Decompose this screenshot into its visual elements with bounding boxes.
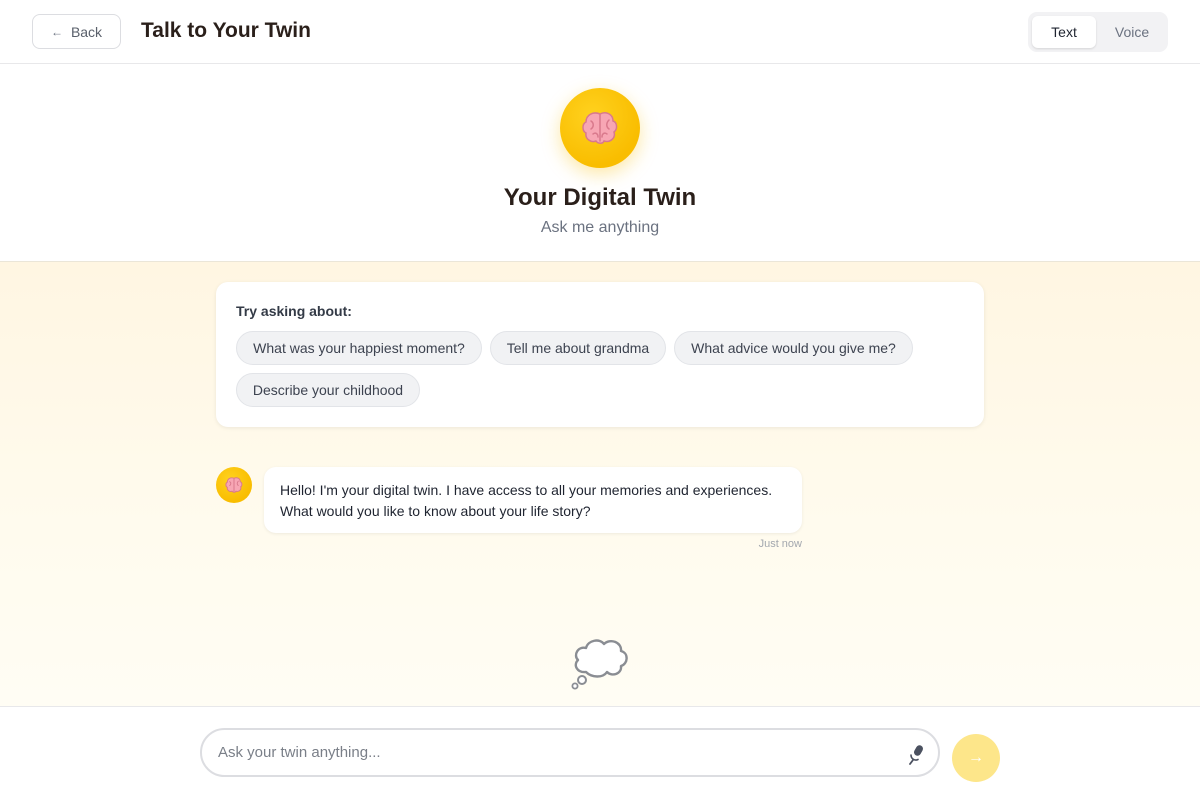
back-button-label: Back (70, 23, 103, 40)
suggestions-title: Try asking about: (236, 303, 352, 319)
suggestions-card: Try asking about: What was your happiest… (216, 282, 984, 427)
mode-text-tab[interactable]: Text (1032, 16, 1096, 48)
twin-hero: Your Digital Twin Ask me anything (0, 64, 1200, 262)
chat-area[interactable]: Try asking about: What was your happiest… (0, 262, 1200, 706)
page-title: Talk to Your Twin (141, 19, 311, 42)
message-timestamp: Just now (758, 538, 802, 550)
suggestion-chip[interactable]: Tell me about grandma (490, 331, 666, 365)
message-composer: → (0, 706, 1200, 800)
twin-title: Your Digital Twin (503, 184, 697, 211)
microphone-icon[interactable] (905, 743, 927, 765)
twin-avatar (560, 88, 640, 168)
message-avatar (216, 467, 252, 503)
brain-icon (225, 477, 243, 493)
top-bar: ← Back Talk to Your Twin Text Voice (0, 0, 1200, 64)
suggestion-chip[interactable]: What advice would you give me? (674, 331, 913, 365)
message-input-wrapper (200, 728, 940, 777)
suggestion-chip[interactable]: Describe your childhood (236, 373, 420, 407)
thought-bubble-icon (571, 639, 628, 690)
twin-subtitle: Ask me anything (540, 219, 660, 236)
mode-voice-tab[interactable]: Voice (1100, 16, 1164, 48)
suggestion-chip[interactable]: What was your happiest moment? (236, 331, 482, 365)
arrow-left-icon: ← (50, 24, 63, 39)
arrow-right-icon: → (968, 749, 984, 766)
brain-icon (582, 112, 618, 144)
mode-toggle: Text Voice (1028, 12, 1168, 52)
message-input[interactable] (218, 730, 898, 775)
send-button[interactable]: → (952, 734, 1000, 782)
back-button[interactable]: ← Back (32, 14, 121, 49)
message-bubble: Hello! I'm your digital twin. I have acc… (264, 467, 802, 533)
